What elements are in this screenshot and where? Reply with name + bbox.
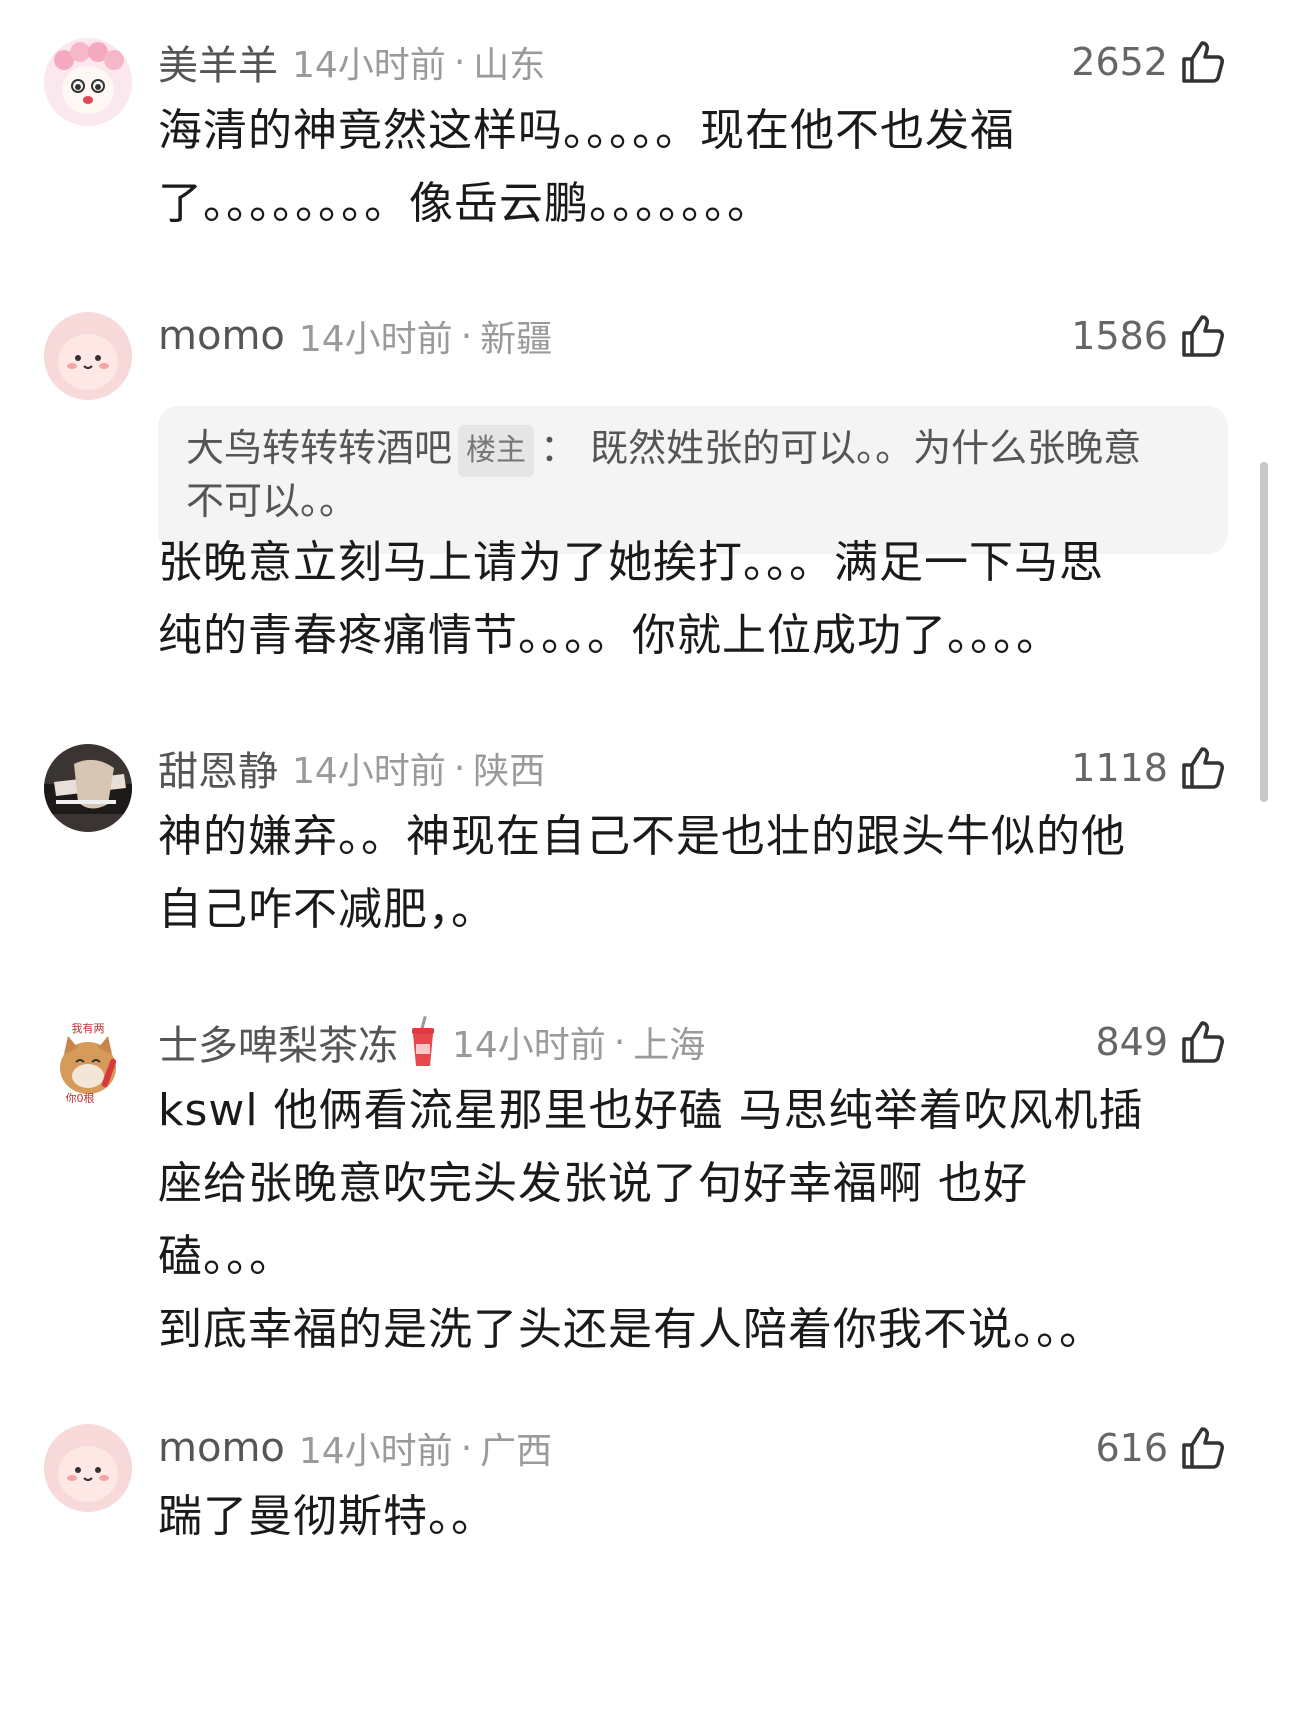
thumbs-up-icon[interactable] bbox=[1180, 745, 1226, 791]
username[interactable]: 士多啤梨茶冻 bbox=[158, 1013, 398, 1071]
comment-body: 踹了曼彻斯特。。 bbox=[158, 1480, 1218, 1553]
dot-separator: · bbox=[453, 41, 466, 83]
comment-line: 踹了曼彻斯特。。 bbox=[158, 1491, 496, 1542]
quote-separator: ： bbox=[540, 426, 579, 470]
op-badge: 楼主 bbox=[458, 424, 535, 477]
lamb-avatar-icon[interactable] bbox=[44, 38, 132, 126]
dot-separator: · bbox=[460, 1427, 473, 1469]
comment-body: 海清的神竟然这样吗。。。。。现在他不也发福 了。。。。。。。。像岳云鹏。。。。。… bbox=[158, 94, 1218, 240]
like-count: 849 bbox=[1095, 1020, 1168, 1064]
pink-blob-avatar-icon[interactable] bbox=[44, 312, 132, 400]
location: 陕西 bbox=[473, 751, 546, 792]
comment-meta: 士多啤梨茶冻 14小时前 · 上海 bbox=[158, 1014, 705, 1070]
comment-line: 自己咋不减肥，。 bbox=[158, 884, 496, 935]
comment-line: kswl 他俩看流星那里也好磕 马思纯举着吹风机插 bbox=[158, 1085, 1144, 1136]
thumbs-up-icon[interactable] bbox=[1180, 313, 1226, 359]
comment-line: 纯的青春疼痛情节。。。。你就上位成功了。。。。 bbox=[158, 610, 1061, 661]
thumbs-up-icon[interactable] bbox=[1180, 1425, 1226, 1471]
thumbs-up-icon[interactable] bbox=[1180, 1019, 1226, 1065]
dot-separator: · bbox=[613, 1021, 626, 1063]
dot-separator: · bbox=[453, 747, 466, 789]
timestamp: 14小时前 bbox=[298, 1431, 453, 1472]
comment-line: 了。。。。。。。。像岳云鹏。。。。。。。 bbox=[158, 178, 772, 229]
comment-body: 张晚意立刻马上请为了她挨打。。。满足一下马思 纯的青春疼痛情节。。。。你就上位成… bbox=[158, 526, 1218, 672]
quote-text: 不可以。。 bbox=[186, 478, 358, 523]
timestamp: 14小时前 bbox=[292, 751, 446, 792]
timestamp: 14小时前 bbox=[292, 45, 446, 86]
like-button[interactable]: 849 bbox=[1095, 1014, 1226, 1070]
dot-separator: · bbox=[460, 315, 473, 357]
location: 新疆 bbox=[480, 319, 553, 360]
comment-meta: 美羊羊 14小时前 · 山东 bbox=[158, 34, 545, 90]
drink-cup-icon bbox=[408, 1015, 438, 1068]
timestamp: 14小时前 bbox=[298, 319, 453, 360]
like-button[interactable]: 616 bbox=[1095, 1420, 1226, 1476]
comment-line: 神的嫌弃。。神现在自己不是也壮的跟头牛似的他 bbox=[158, 811, 1126, 862]
location: 山东 bbox=[473, 45, 546, 86]
cat-avatar-icon[interactable]: 我有两 你0根 bbox=[44, 1018, 132, 1106]
comment-body: kswl 他俩看流星那里也好磕 马思纯举着吹风机插 座给张晚意吹完头发张说了句好… bbox=[158, 1074, 1218, 1366]
comment-line: 座给张晚意吹完头发张说了句好幸福啊 也好 bbox=[158, 1158, 1028, 1209]
pink-blob-avatar-icon[interactable] bbox=[44, 1424, 132, 1512]
username[interactable]: 甜恩静 bbox=[158, 739, 278, 797]
avatar-caption-bottom: 你0根 bbox=[66, 1091, 95, 1105]
like-count: 1118 bbox=[1071, 746, 1168, 790]
like-count: 1586 bbox=[1071, 314, 1168, 358]
like-count: 2652 bbox=[1071, 40, 1168, 84]
timestamp: 14小时前 bbox=[452, 1025, 606, 1066]
location: 上海 bbox=[633, 1025, 706, 1066]
comment-body: 神的嫌弃。。神现在自己不是也壮的跟头牛似的他 自己咋不减肥，。 bbox=[158, 800, 1218, 946]
comment-line: 磕。。。 bbox=[158, 1231, 294, 1282]
like-button[interactable]: 1118 bbox=[1071, 740, 1226, 796]
location: 广西 bbox=[480, 1431, 553, 1472]
comment-meta: momo 14小时前 · 广西 bbox=[158, 1420, 552, 1476]
scrollbar[interactable] bbox=[1260, 462, 1268, 802]
like-button[interactable]: 2652 bbox=[1071, 34, 1226, 90]
comment-meta: momo 14小时前 · 新疆 bbox=[158, 308, 552, 364]
comment-line: 到底幸福的是洗了头还是有人陪着你我不说。。。 bbox=[158, 1304, 1104, 1355]
comment-line: 张晚意立刻马上请为了她挨打。。。满足一下马思 bbox=[158, 537, 1104, 588]
username[interactable]: 美羊羊 bbox=[158, 33, 278, 91]
username[interactable]: momo bbox=[158, 1425, 285, 1471]
photo-avatar-icon[interactable] bbox=[44, 744, 132, 832]
comment-meta: 甜恩静 14小时前 · 陕西 bbox=[158, 740, 545, 796]
like-count: 616 bbox=[1095, 1426, 1168, 1470]
comment-line: 海清的神竟然这样吗。。。。。现在他不也发福 bbox=[158, 105, 1015, 156]
thumbs-up-icon[interactable] bbox=[1180, 39, 1226, 85]
username[interactable]: momo bbox=[158, 313, 285, 359]
quote-author[interactable]: 大鸟转转转酒吧 bbox=[186, 426, 452, 470]
avatar-caption-top: 我有两 bbox=[72, 1021, 105, 1035]
like-button[interactable]: 1586 bbox=[1071, 308, 1226, 364]
quote-text: 既然姓张的可以。。为什么张晚意 bbox=[590, 426, 1142, 470]
